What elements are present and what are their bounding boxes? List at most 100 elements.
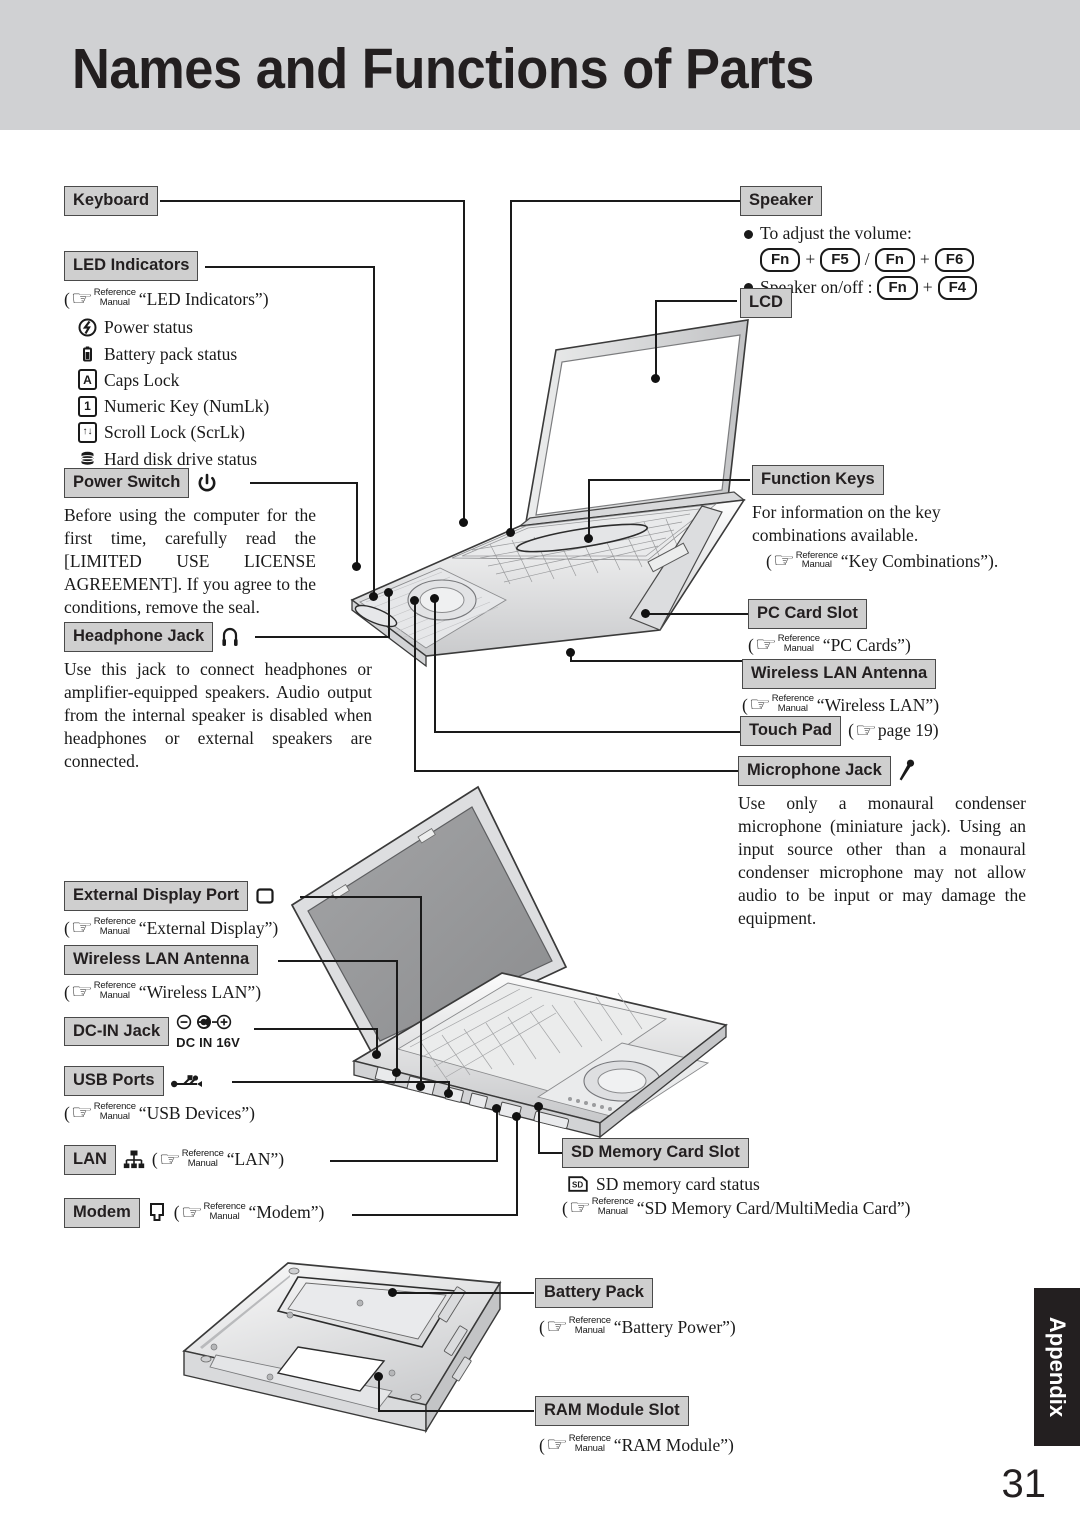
dc-in-jack-rating: DC IN 16V [176, 1035, 241, 1050]
leader-line-speaker [510, 200, 742, 202]
callout-speaker: Speaker To adjust the volume: Fn + F5 / … [740, 186, 1040, 301]
leader-line-lcd [655, 300, 737, 302]
paren-open: ( [64, 917, 70, 938]
key-f4: F4 [937, 275, 978, 301]
reference-manual-tag: Reference Manual [568, 1433, 611, 1454]
speaker-label: Speaker [740, 186, 823, 216]
lan-label: LAN [64, 1145, 116, 1175]
callout-pc-card-slot: PC Card Slot ( ☞ Reference Manual “PC Ca… [748, 599, 1038, 656]
leader-line-headphone-v [388, 592, 390, 638]
callout-dot-ram [374, 1372, 383, 1381]
pointing-hand-icon: ☞ [772, 550, 796, 573]
microphone-icon [898, 759, 916, 783]
modem-header: Modem ( ☞ Reference Manual “Modem”) [64, 1198, 324, 1228]
paren-open: ( [173, 1202, 180, 1223]
reference-manual-tag: Reference Manual [93, 287, 136, 308]
bullet-icon [744, 229, 753, 239]
list-item: Battery pack status [78, 341, 394, 367]
list-item-label: Numeric Key (NumLk) [104, 396, 270, 416]
lan-network-icon [123, 1149, 145, 1171]
sd-card-icon: SD [568, 1176, 588, 1192]
modem-label: Modem [64, 1198, 140, 1228]
leader-line-dcin [254, 1028, 378, 1030]
wireless-lan-antenna-label: Wireless LAN Antenna [64, 945, 259, 975]
microphone-jack-label: Microphone Jack [738, 756, 891, 786]
callout-dot-extdisp [416, 1082, 425, 1091]
battery-pack-label: Battery Pack [535, 1278, 653, 1308]
callout-lan: LAN ( ☞ Reference Manual “LAN”) [64, 1145, 284, 1175]
paren-open: ( [64, 1102, 70, 1123]
wireless-lan-antenna-label: Wireless LAN Antenna [742, 659, 937, 689]
paren-open: ( [766, 550, 772, 571]
leader-line-touchpad-v [434, 598, 436, 732]
callout-keyboard: Keyboard [64, 186, 159, 216]
callout-dot-power [352, 562, 361, 571]
callout-power-switch: Power Switch Before using the computer f… [64, 468, 316, 619]
appendix-side-tab: Appendix [1034, 1288, 1080, 1446]
page-header-banner: Names and Functions of Parts [0, 0, 1080, 130]
usb-ports-label: USB Ports [64, 1066, 164, 1096]
reference-manual-tag: Reference Manual [771, 693, 814, 714]
pc-card-slot-reference: ( ☞ Reference Manual “PC Cards”) [748, 634, 1038, 657]
ram-module-slot-label: RAM Module Slot [535, 1396, 689, 1426]
usb-ports-reference: ( ☞ Reference Manual “USB Devices”) [64, 1102, 354, 1125]
microphone-jack-body: Use only a monaural condenser microphone… [738, 792, 1026, 928]
reference-manual-tag: Reference Manual [93, 980, 136, 1001]
leader-line-mic-v [414, 600, 416, 772]
key-fn-2: Fn [874, 247, 915, 272]
list-item: A Caps Lock [78, 367, 394, 393]
wireless-lan-antenna-reference: ( ☞ Reference Manual “Wireless LAN”) [64, 981, 364, 1004]
led-indicators-label: LED Indicators [64, 251, 199, 281]
callout-battery-pack: Battery Pack ( ☞ Reference Manual “Batte… [535, 1278, 855, 1338]
lan-ref-text: “LAN”) [226, 1149, 285, 1170]
function-keys-label: Function Keys [752, 465, 884, 495]
reference-manual-tag: Reference Manual [93, 916, 136, 937]
function-keys-reference: ( ☞ Reference Manual “Key Combinations”)… [766, 550, 1032, 573]
pointing-hand-icon: ☞ [158, 1148, 181, 1171]
leader-line-fnkeys-v [588, 479, 590, 539]
callout-usb-ports: USB Ports ( ☞ Reference Manual “USB Devi… [64, 1066, 354, 1124]
reference-manual-tag: Reference Manual [203, 1201, 246, 1222]
callout-dot-touchpad [430, 594, 439, 603]
list-item: 1 Numeric Key (NumLk) [78, 393, 394, 419]
page-title: Names and Functions of Parts [72, 37, 814, 101]
sd-card-status-text: SD memory card status [596, 1173, 760, 1194]
callout-dc-in-jack: DC-IN Jack DC IN 16V [64, 1014, 240, 1049]
paren-open: ( [742, 694, 748, 715]
battery-pack-reference: ( ☞ Reference Manual “Battery Power”) [539, 1316, 855, 1339]
led-indicator-list: Power status Battery pack status A Caps … [78, 314, 394, 472]
paren-open: ( [539, 1434, 545, 1455]
callout-dot-battery [388, 1288, 397, 1297]
led-indicators-reference: ( ☞ Reference Manual “LED Indicators”) [64, 288, 394, 311]
key-f5: F5 [820, 247, 860, 272]
hard-disk-icon [78, 449, 97, 468]
lcd-label: LCD [740, 288, 792, 318]
leader-line-lan [330, 1160, 498, 1162]
pointing-hand-icon: ☞ [70, 287, 94, 310]
leader-line-sd [538, 1152, 562, 1154]
reference-manual-tag: Reference Manual [568, 1315, 611, 1336]
touch-pad-header: Touch Pad ( ☞ page 19) [740, 716, 939, 746]
wireless-lan-antenna-ref-text: “Wireless LAN”) [816, 694, 940, 715]
power-switch-header: Power Switch [64, 468, 316, 498]
headphone-jack-label: Headphone Jack [64, 622, 214, 652]
callout-dot-lcd [651, 374, 660, 383]
paren-open: ( [748, 634, 754, 655]
paren-open: ( [539, 1316, 545, 1337]
leader-line-mic [414, 770, 738, 772]
power-symbol-icon [196, 472, 218, 494]
callout-dot-fnkeys [584, 534, 593, 543]
speaker-volume-text: To adjust the volume: [760, 222, 912, 243]
sd-memory-card-slot-ref-text: “SD Memory Card/MultiMedia Card”) [636, 1197, 911, 1218]
touch-pad-page-reference: ( ☞ page 19) [848, 719, 939, 742]
led-indicators-ref-text: “LED Indicators”) [138, 288, 269, 309]
leader-line-modem [352, 1214, 518, 1216]
callout-function-keys: Function Keys For information on the key… [752, 465, 1032, 572]
leader-line-extdisp-v [420, 896, 422, 1086]
pointing-hand-icon: ☞ [754, 633, 778, 656]
pointing-hand-icon: ☞ [70, 980, 94, 1003]
paren-open: ( [64, 288, 70, 309]
callout-dot-wlan-top [566, 648, 575, 657]
usb-ports-ref-text: “USB Devices”) [138, 1102, 255, 1123]
scroll-lock-icon: ↑↓ [78, 421, 97, 443]
